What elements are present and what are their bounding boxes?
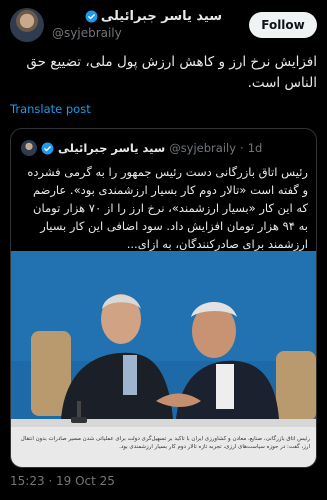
author-names: سید یاسر جبرائیلی @syjebraily bbox=[52, 9, 222, 40]
tweet-timestamp[interactable]: 15:23 · 19 Oct 25 bbox=[10, 474, 115, 488]
quoted-tweet-photo[interactable]: رئیس اتاق بازرگانی، صنایع، معادن و کشاور… bbox=[11, 251, 316, 467]
verified-badge-icon bbox=[41, 142, 54, 154]
quoted-author-display-name: سید یاسر جبرائیلی bbox=[58, 141, 166, 155]
author-handle[interactable]: @syjebraily bbox=[52, 26, 222, 40]
tweet-text: افزایش نرخ ارز و کاهش ارزش پول ملی، تضیی… bbox=[26, 54, 317, 91]
follow-button[interactable]: Follow bbox=[249, 12, 317, 38]
quoted-tweet[interactable]: سید یاسر جبرائیلی @syjebraily · 1d رئیس … bbox=[10, 128, 317, 468]
tweet-header: سید یاسر جبرائیلی @syjebraily Follow bbox=[10, 8, 317, 44]
quoted-time: 1d bbox=[247, 141, 263, 155]
quoted-tweet-text: رئیس اتاق بازرگانی دست رئیس جمهور را به … bbox=[27, 165, 308, 251]
verified-badge-icon bbox=[85, 10, 98, 23]
quoted-author-handle: @syjebraily bbox=[169, 141, 237, 155]
quoted-separator: · bbox=[240, 141, 244, 155]
quoted-author-avatar bbox=[21, 140, 37, 156]
author-name-row[interactable]: سید یاسر جبرائیلی bbox=[52, 9, 222, 24]
quoted-tweet-header: سید یاسر جبرائیلی @syjebraily · 1d bbox=[21, 139, 308, 157]
author-avatar[interactable] bbox=[10, 8, 44, 42]
author-display-name: سید یاسر جبرائیلی bbox=[100, 9, 222, 24]
photo-caption: رئیس اتاق بازرگانی، صنایع، معادن و کشاور… bbox=[11, 427, 316, 467]
translate-post-link[interactable]: Translate post bbox=[10, 102, 91, 116]
